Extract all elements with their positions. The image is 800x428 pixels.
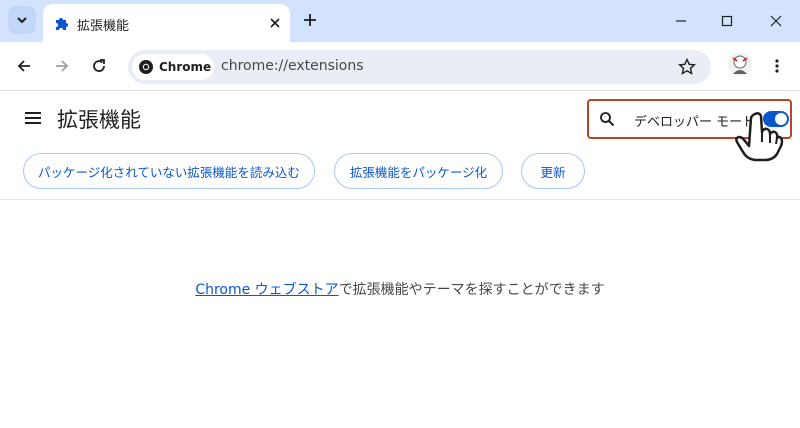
menu-button[interactable] [765, 54, 789, 78]
hamburger-icon [25, 112, 41, 124]
tab-strip: 拡張機能 [0, 0, 800, 42]
tab-close-button[interactable] [265, 13, 285, 33]
avatar-icon [732, 55, 748, 74]
chip-label: Chrome [159, 60, 212, 74]
more-vert-icon [775, 59, 779, 73]
action-bar: パッケージ化されていない拡張機能を読み込む 拡張機能をパッケージ化 更新 [0, 153, 800, 189]
tab-search-button[interactable] [8, 6, 36, 34]
load-unpacked-button[interactable]: パッケージ化されていない拡張機能を読み込む [23, 153, 315, 189]
puzzle-icon [56, 18, 68, 30]
tab-extensions[interactable]: 拡張機能 [43, 4, 290, 42]
reload-button[interactable] [87, 54, 111, 78]
pack-extension-button[interactable]: 拡張機能をパッケージ化 [334, 153, 503, 189]
close-icon [770, 15, 782, 27]
bookmark-button[interactable] [676, 56, 698, 78]
page-title: 拡張機能 [57, 108, 141, 132]
arrow-left-icon [17, 60, 30, 72]
main-menu-button[interactable] [22, 107, 44, 129]
empty-state-message: Chrome ウェブストアで拡張機能やテーマを探すことができます [0, 279, 800, 299]
site-info-chip[interactable]: Chrome [132, 54, 214, 80]
reload-icon [93, 59, 105, 72]
search-icon [600, 112, 615, 127]
maximize-button[interactable] [714, 8, 740, 34]
arrow-right-icon [56, 60, 69, 72]
plus-icon [304, 14, 316, 26]
maximize-icon [721, 15, 733, 27]
minimize-icon [676, 20, 686, 22]
toolbar: Chrome chrome://extensions [0, 42, 800, 90]
back-button[interactable] [12, 54, 36, 78]
new-tab-button[interactable] [298, 8, 322, 32]
search-button[interactable] [597, 109, 617, 129]
close-icon [270, 18, 280, 28]
update-button[interactable]: 更新 [521, 153, 585, 189]
chrome-icon [139, 60, 153, 74]
window-close-button[interactable] [763, 8, 789, 34]
forward-button[interactable] [50, 54, 74, 78]
star-icon [678, 58, 696, 75]
url-text[interactable]: chrome://extensions [221, 58, 364, 74]
minimize-button[interactable] [668, 8, 694, 34]
chevron-down-icon [17, 17, 27, 24]
empty-state-text: で拡張機能やテーマを探すことができます [338, 282, 605, 298]
page-header: 拡張機能 デベロッパー モード [0, 91, 800, 147]
profile-avatar[interactable] [728, 52, 752, 76]
web-store-link[interactable]: Chrome ウェブストア [195, 282, 338, 298]
tab-title: 拡張機能 [77, 19, 130, 34]
divider [0, 199, 800, 200]
address-bar[interactable]: Chrome chrome://extensions [128, 50, 711, 84]
